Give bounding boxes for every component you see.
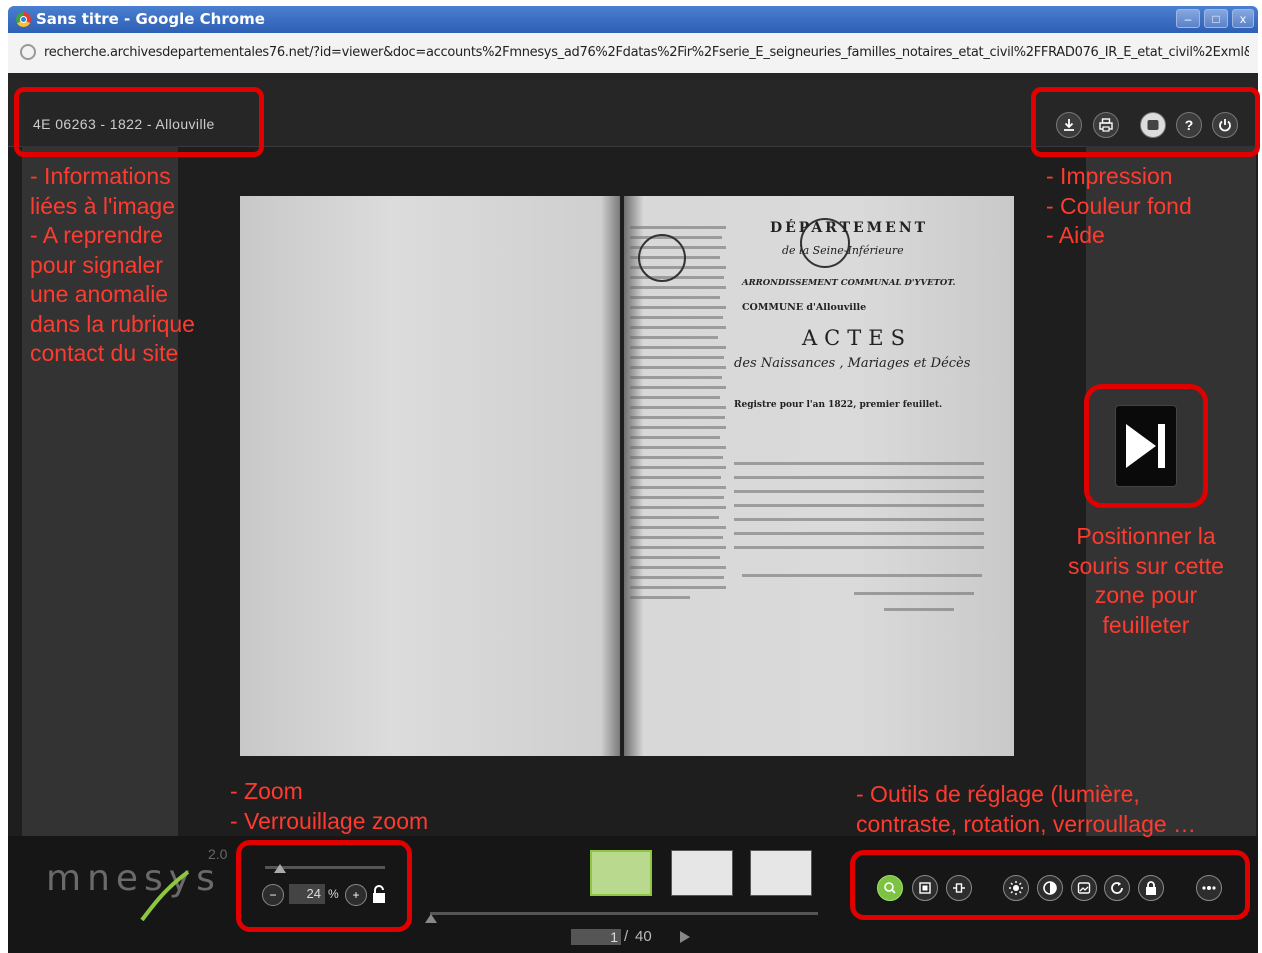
url-text[interactable]: recherche.archivesdepartementales76.net/… (44, 45, 1249, 60)
doc-header: DÉPARTEMENT (770, 220, 929, 236)
annotation-box-next-page (1084, 384, 1208, 508)
version-label: 2.0 (208, 846, 228, 862)
annotation-box-tools (850, 850, 1250, 920)
left-page (240, 196, 620, 756)
page-number-input[interactable]: 1 (571, 929, 621, 945)
annotation-tools: - Outils de réglage (lumière, contraste,… (856, 781, 1197, 837)
annotation-zoom: - Zoom - Verrouillage zoom (230, 778, 429, 834)
mnesys-logo-swoosh-icon (140, 870, 190, 922)
doc-commune: COMMUNE d'Allouville (742, 302, 867, 313)
doc-arrondissement: ARRONDISSEMENT COMMUNAL D'YVETOT. (742, 278, 956, 288)
doc-subheader: de la Seine-Inférieure (782, 244, 904, 257)
annotation-box-zoom (236, 840, 412, 932)
doc-types: des Naissances , Mariages et Décès (734, 356, 971, 371)
thumbnail-page-1[interactable] (590, 850, 652, 896)
annotation-box-info (14, 87, 264, 157)
annotation-box-toolbar (1031, 87, 1260, 157)
page-info-icon[interactable] (20, 44, 36, 60)
page-total: 40 (635, 928, 652, 945)
close-button[interactable]: x (1232, 9, 1254, 28)
right-page: DÉPARTEMENT de la Seine-Inférieure ARRON… (624, 196, 1014, 756)
doc-actes: ACTES (802, 326, 912, 350)
annotation-left: - Informations liées à l'image - A repre… (30, 163, 195, 366)
annotation-right: - Impression - Couleur fond - Aide (1046, 163, 1192, 248)
page-separator: / (624, 928, 629, 945)
window-titlebar: Sans titre - Google Chrome – □ x (8, 6, 1258, 33)
doc-registre: Registre pour l'an 1822, premier feuille… (734, 400, 943, 410)
stamp-left (638, 234, 686, 282)
next-page-arrow-icon[interactable] (680, 931, 690, 943)
address-bar[interactable]: recherche.archivesdepartementales76.net/… (8, 33, 1258, 74)
thumbnail-page-2[interactable] (671, 850, 733, 896)
window-title: Sans titre - Google Chrome (36, 10, 265, 28)
chrome-logo-icon (16, 12, 31, 27)
pages-scrollbar[interactable] (430, 912, 818, 915)
annotation-page-turn: Positionner la souris sur cette zone pou… (1068, 523, 1224, 638)
pages-scrollbar-handle[interactable] (425, 914, 437, 923)
minimize-button[interactable]: – (1176, 9, 1200, 28)
thumbnail-page-3[interactable] (750, 850, 812, 896)
maximize-button[interactable]: □ (1204, 9, 1228, 28)
document-image[interactable]: DÉPARTEMENT de la Seine-Inférieure ARRON… (180, 188, 1060, 773)
